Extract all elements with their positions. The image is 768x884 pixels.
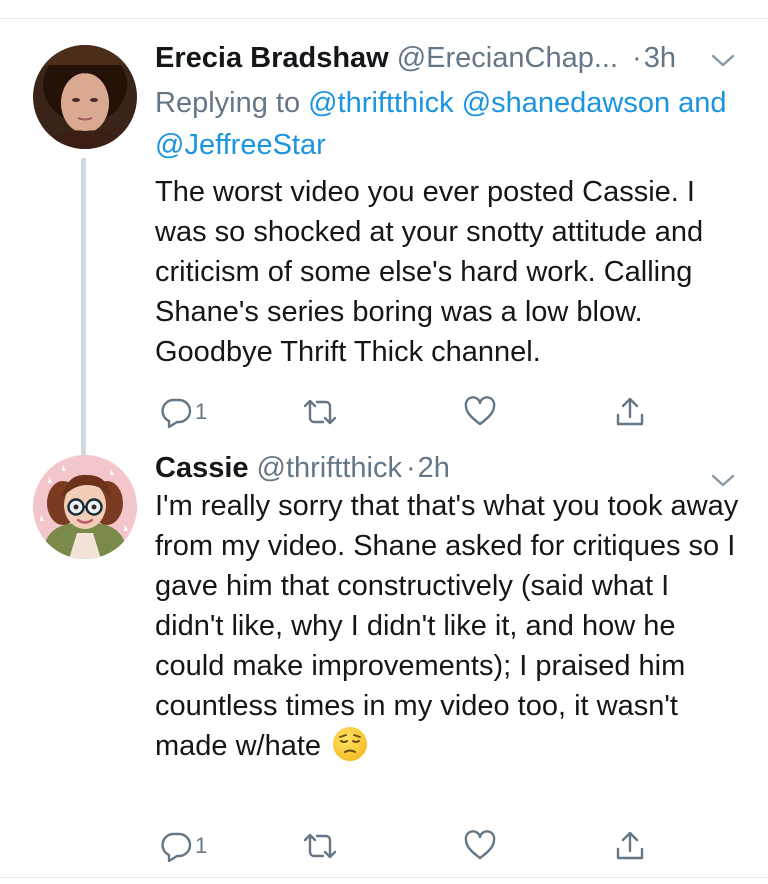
display-name[interactable]: Erecia Bradshaw xyxy=(155,42,389,75)
share-icon xyxy=(613,829,647,863)
chevron-down-icon[interactable] xyxy=(710,46,736,67)
heart-icon xyxy=(463,830,497,862)
tweet-text: I'm really sorry that that's what you to… xyxy=(155,486,745,766)
pensive-face-icon xyxy=(333,727,368,761)
share-button[interactable] xyxy=(613,826,647,866)
reply-button[interactable]: 1 xyxy=(159,826,207,866)
timestamp[interactable]: 2h xyxy=(418,452,450,485)
share-icon xyxy=(613,395,647,429)
tweet-text: The worst video you ever posted Cassie. … xyxy=(155,176,704,368)
reply-button[interactable]: 1 xyxy=(159,392,207,432)
reply-count: 1 xyxy=(195,399,208,424)
tweet-actions: 1 xyxy=(155,392,675,432)
replying-prefix: Replying to xyxy=(155,87,301,119)
tweet-header: Erecia Bradshaw @ErecianChap... · 3h xyxy=(155,38,740,78)
mention-link[interactable]: @shanedawson xyxy=(462,87,670,119)
tweet-header: Cassie @thriftthick · 2h xyxy=(155,448,740,488)
share-button[interactable] xyxy=(613,392,647,432)
tweet-erecia[interactable]: Erecia Bradshaw @ErecianChap... · 3h Rep… xyxy=(0,36,768,478)
bottom-divider xyxy=(0,877,768,878)
retweet-button[interactable] xyxy=(301,826,339,866)
like-button[interactable] xyxy=(463,392,497,432)
chevron-down-icon[interactable] xyxy=(710,466,736,487)
reply-icon xyxy=(159,830,193,862)
mention-link[interactable]: @thriftthick xyxy=(308,87,453,119)
tweet-cassie[interactable]: Cassie @thriftthick · 2h I'm really sorr… xyxy=(0,452,768,872)
retweet-icon xyxy=(301,830,339,862)
like-button[interactable] xyxy=(463,826,497,866)
avatar[interactable] xyxy=(33,45,137,149)
reply-count: 1 xyxy=(195,833,208,858)
display-name[interactable]: Cassie xyxy=(155,452,249,485)
retweet-icon xyxy=(301,396,339,428)
separator-dot: · xyxy=(632,41,642,74)
thread-line xyxy=(81,158,86,478)
separator-dot: · xyxy=(405,451,416,484)
reply-icon xyxy=(159,396,193,428)
tweet-actions: 1 xyxy=(155,826,675,866)
tweet-text-content: I'm really sorry that that's what you to… xyxy=(155,490,739,762)
replying-to: Replying to @thriftthick @shanedawson an… xyxy=(155,82,745,166)
mention-link-and[interactable]: and xyxy=(678,87,726,119)
retweet-button[interactable] xyxy=(301,392,339,432)
mention-link[interactable]: @JeffreeStar xyxy=(155,129,326,161)
timestamp[interactable]: 3h xyxy=(644,42,676,75)
avatar[interactable] xyxy=(33,455,137,559)
top-divider xyxy=(0,18,768,19)
heart-icon xyxy=(463,396,497,428)
handle[interactable]: @thriftthick xyxy=(257,452,402,485)
handle[interactable]: @ErecianChap... xyxy=(397,42,618,75)
